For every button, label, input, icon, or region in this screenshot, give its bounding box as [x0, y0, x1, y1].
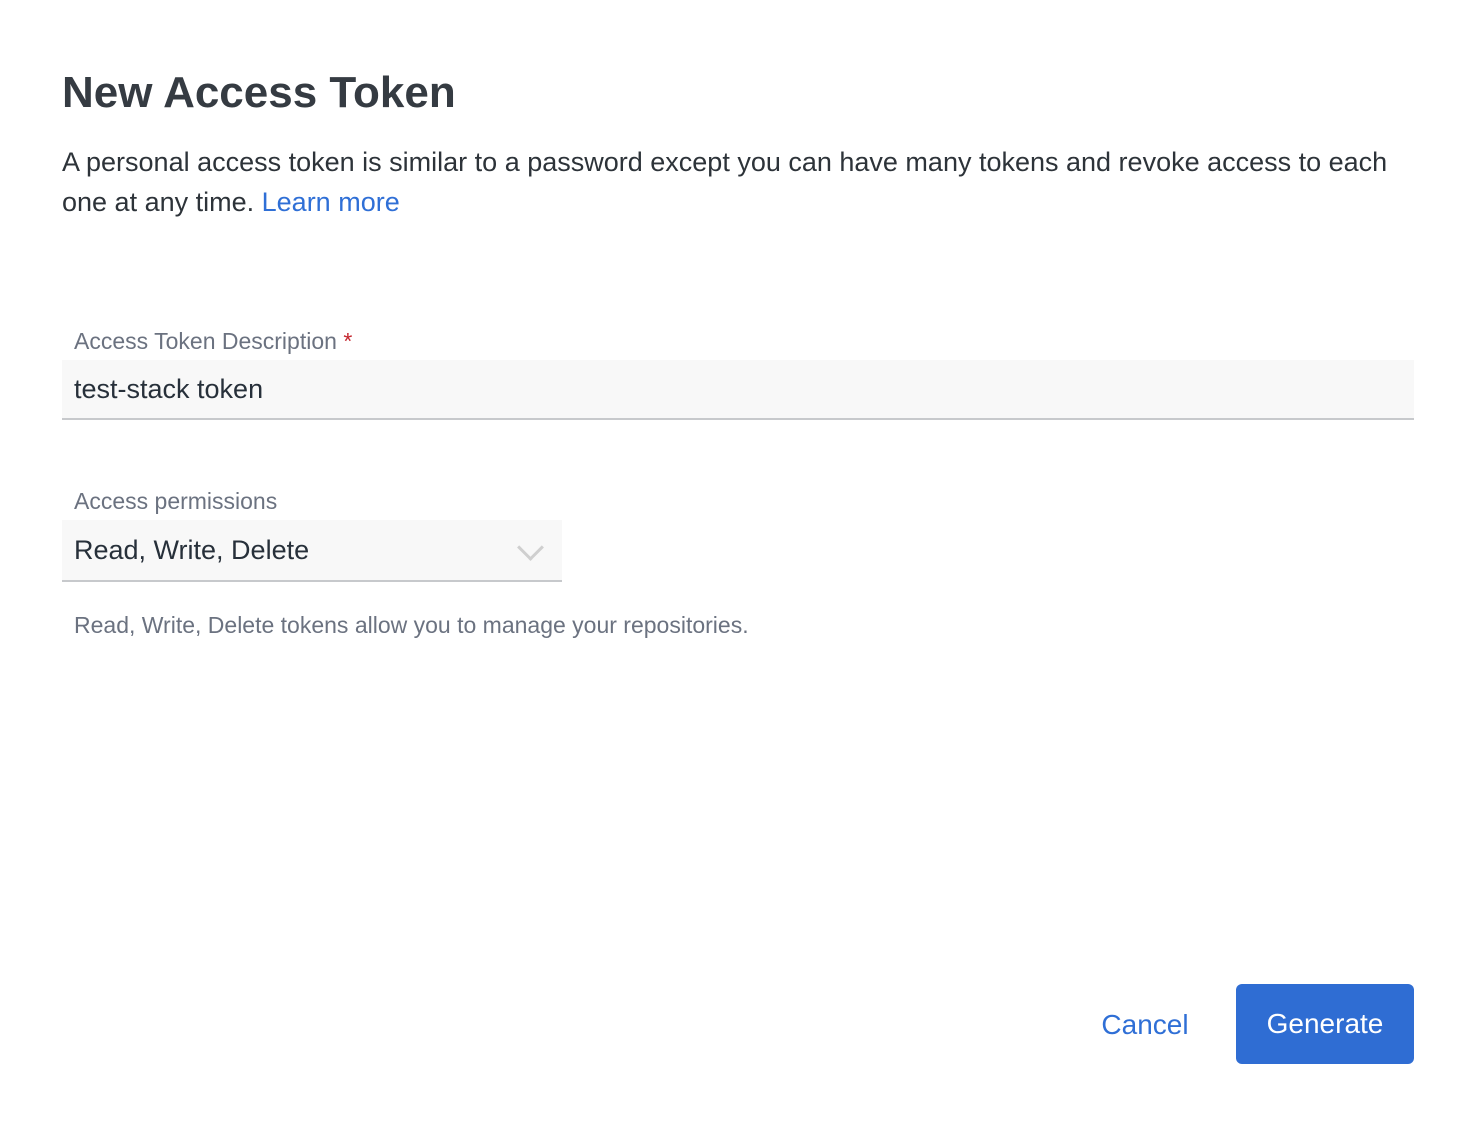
permissions-label: Access permissions: [74, 488, 278, 514]
dialog-description: A personal access token is similar to a …: [62, 147, 1388, 217]
chevron-down-icon: [517, 534, 544, 561]
learn-more-link[interactable]: Learn more: [262, 187, 400, 217]
description-label: Access Token Description *: [74, 328, 353, 354]
required-mark: *: [343, 328, 353, 354]
dialog-title: New Access Token: [62, 68, 456, 117]
permissions-select[interactable]: Read, Write, Delete: [62, 520, 562, 582]
cancel-button[interactable]: Cancel: [1090, 990, 1200, 1060]
permissions-help-text: Read, Write, Delete tokens allow you to …: [74, 612, 749, 638]
generate-button[interactable]: Generate: [1236, 984, 1414, 1064]
description-input[interactable]: test-stack token: [62, 360, 1414, 420]
